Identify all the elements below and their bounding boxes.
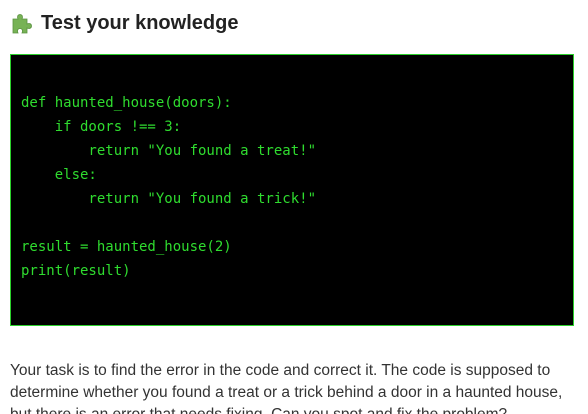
code-line: else:	[21, 167, 97, 183]
code-line: return "You found a treat!"	[21, 143, 317, 159]
code-lines: def haunted_house(doors): if doors !== 3…	[21, 91, 316, 283]
code-line: def haunted_house(doors):	[21, 95, 232, 111]
code-line: result = haunted_house(2)	[21, 239, 232, 255]
code-block: def haunted_house(doors): if doors !== 3…	[10, 54, 574, 326]
section-header: Test your knowledge	[10, 10, 238, 36]
task-description: Your task is to find the error in the co…	[10, 361, 563, 414]
section-title: Test your knowledge	[41, 11, 239, 34]
code-line: print(result)	[21, 263, 131, 279]
puzzle-piece-icon	[10, 11, 34, 35]
code-line: return "You found a trick!"	[21, 191, 317, 207]
code-line: if doors !== 3:	[21, 119, 182, 135]
